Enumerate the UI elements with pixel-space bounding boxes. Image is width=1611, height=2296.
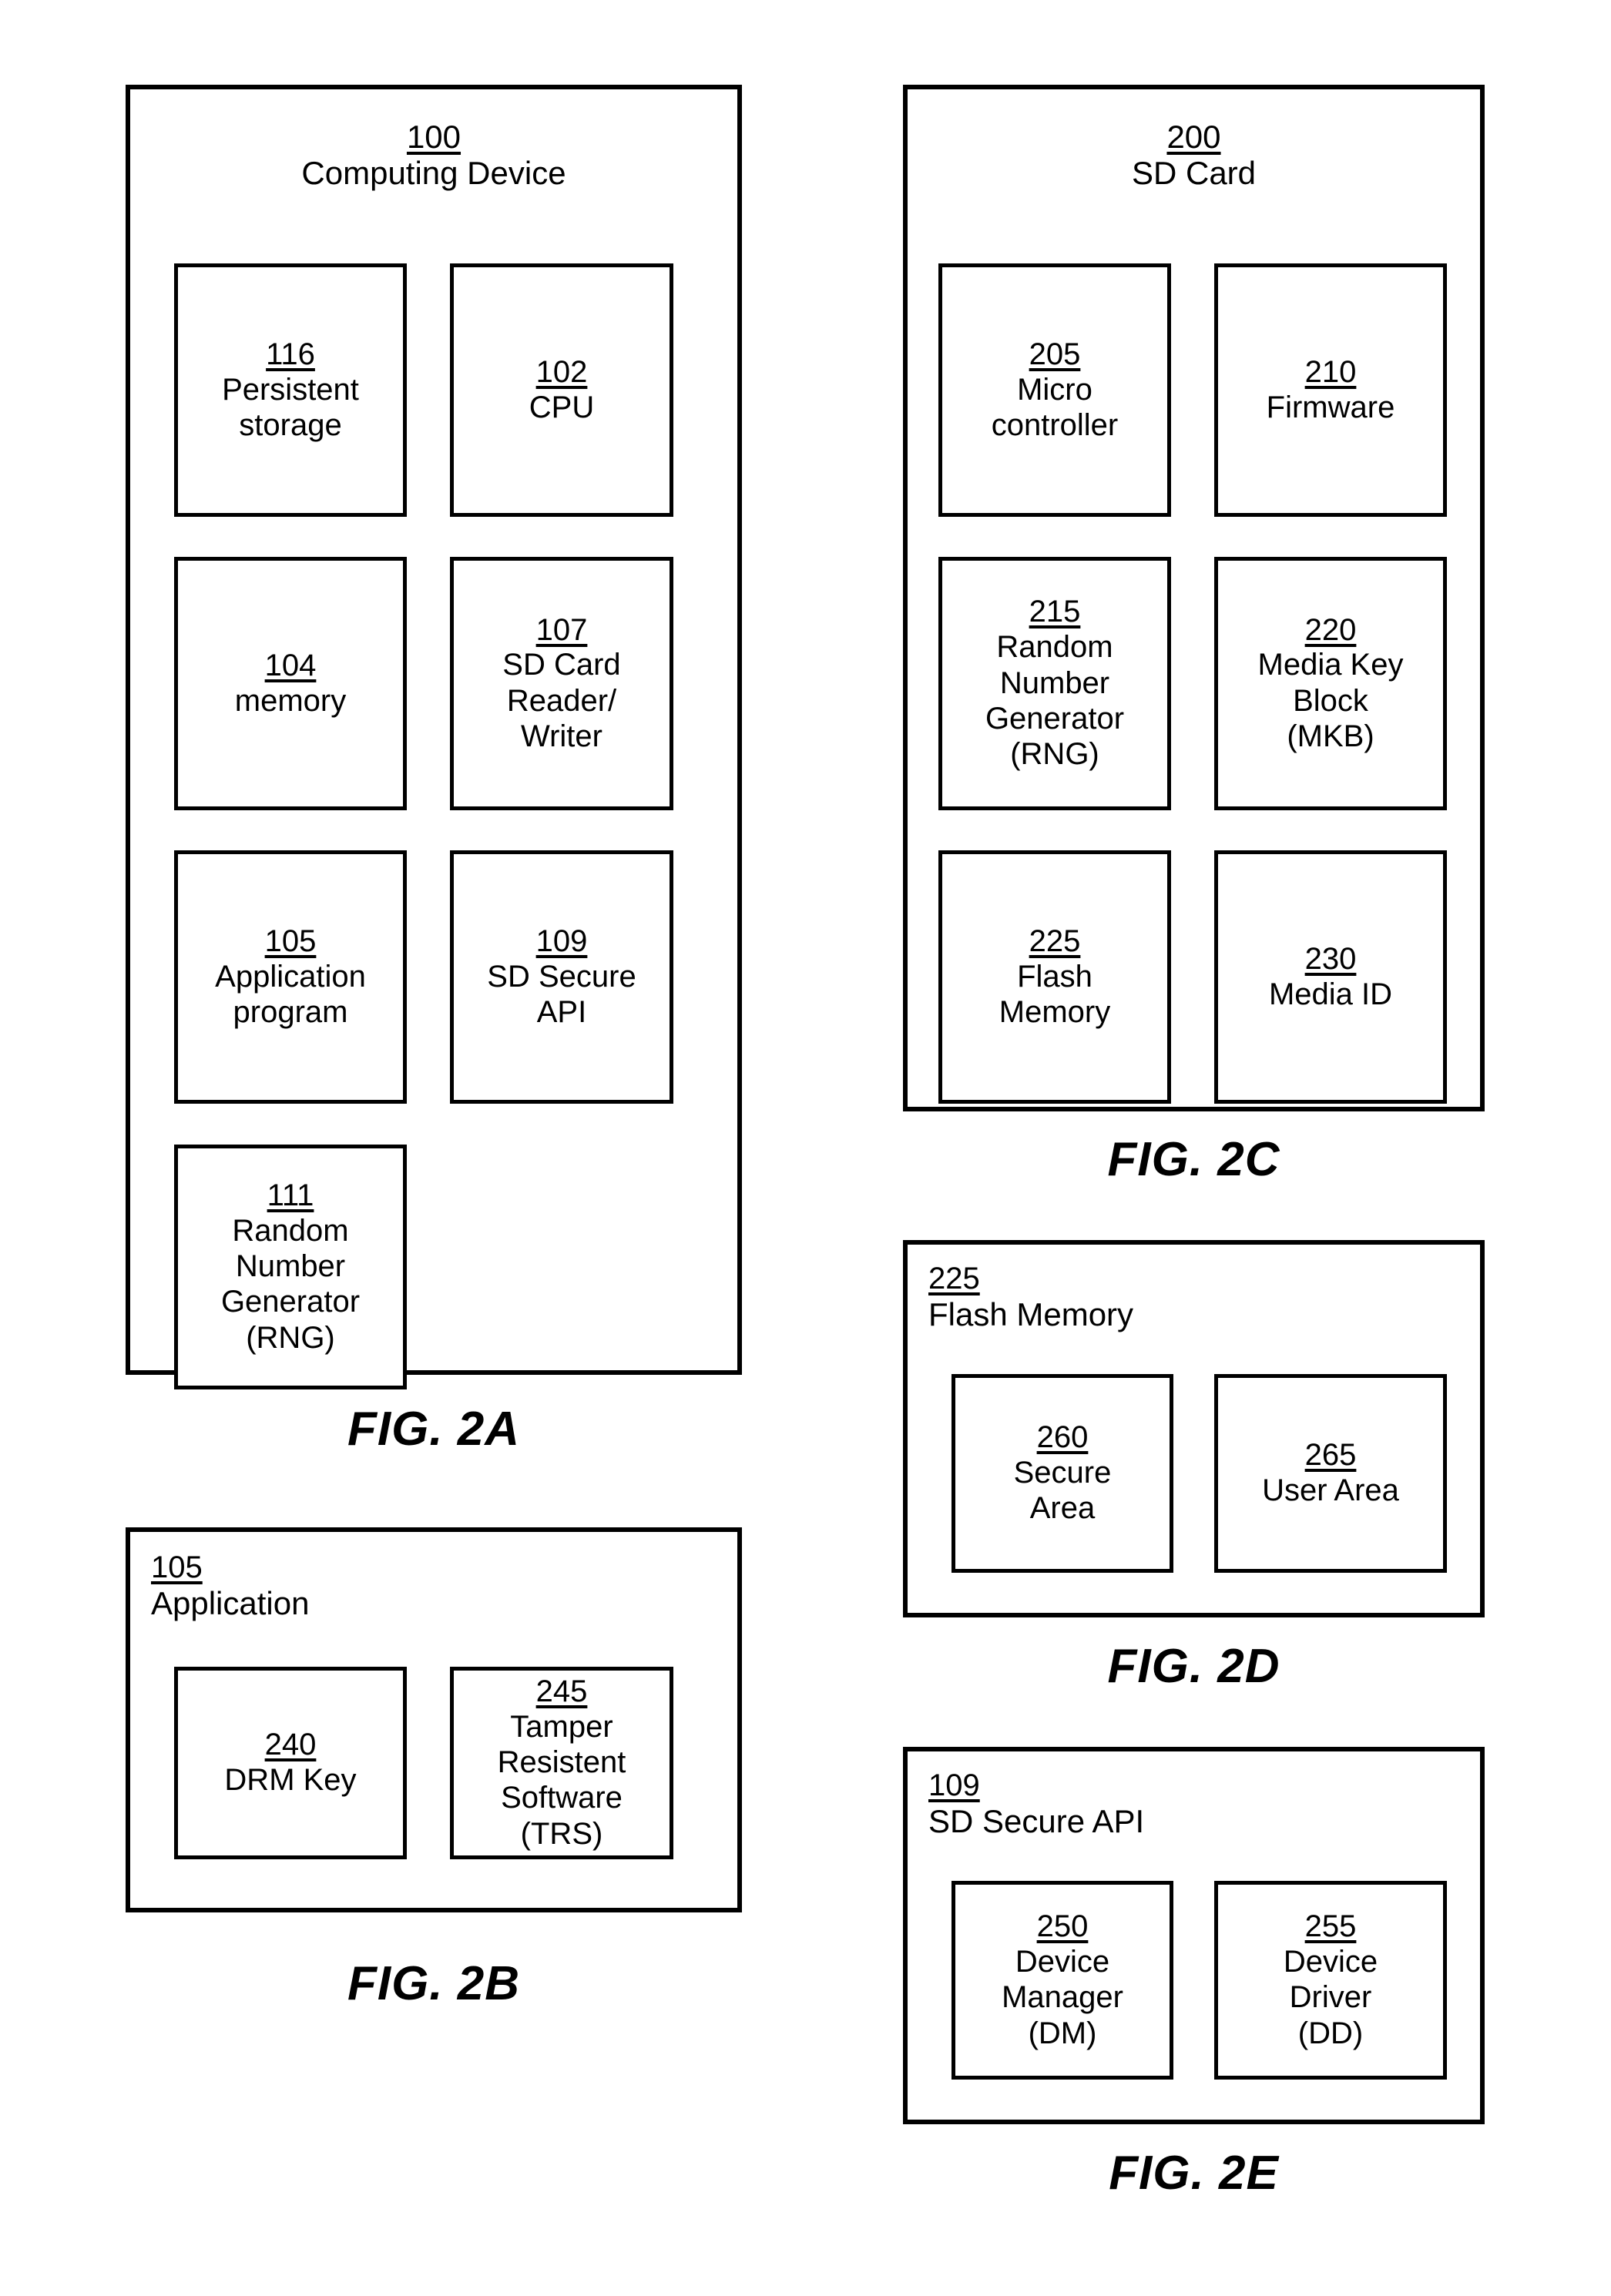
component-box-105: 105 Application program bbox=[174, 850, 407, 1104]
component-ref-205: 205 bbox=[1029, 337, 1081, 371]
figure-2c-label: FIG. 2C bbox=[1107, 1133, 1280, 1186]
figure-2e-ref: 109 bbox=[928, 1768, 980, 1802]
component-ref-225: 225 bbox=[1029, 923, 1081, 958]
figure-2a-title: Computing Device bbox=[301, 155, 566, 192]
figure-2b-ref: 105 bbox=[151, 1550, 203, 1584]
component-box-250: 250 Device Manager (DM) bbox=[951, 1881, 1173, 2080]
figure-2d-heading: 225 Flash Memory bbox=[928, 1262, 1133, 1334]
figure-2a-panel: 100 Computing Device 116 Persistent stor… bbox=[126, 85, 742, 1389]
component-ref-215: 215 bbox=[1029, 595, 1081, 629]
component-box-104: 104 memory bbox=[174, 557, 407, 810]
figure-2b-heading: 105 Application bbox=[151, 1550, 309, 1623]
component-box-116: 116 Persistent storage bbox=[174, 263, 407, 517]
component-label-116: Persistent storage bbox=[222, 372, 359, 442]
component-box-220: 220 Media Key Block (MKB) bbox=[1214, 557, 1447, 810]
figure-2e-title: SD Secure API bbox=[928, 1802, 1145, 1839]
figure-2c-heading: 200 SD Card bbox=[908, 119, 1480, 193]
component-label-215: Random Number Generator (RNG) bbox=[985, 630, 1125, 772]
component-ref-250: 250 bbox=[1036, 1909, 1089, 1944]
component-box-260: 260 Secure Area bbox=[951, 1374, 1173, 1573]
component-ref-240: 240 bbox=[264, 1728, 317, 1762]
component-label-111: Random Number Generator (RNG) bbox=[220, 1213, 361, 1355]
component-box-245: 245 Tamper Resistent Software (TRS) bbox=[450, 1667, 673, 1859]
component-box-205: 205 Micro controller bbox=[938, 263, 1171, 517]
component-label-109: SD Secure API bbox=[487, 959, 636, 1029]
figure-2d-panel: 225 Flash Memory 260 Secure Area 265 Use… bbox=[903, 1240, 1485, 1617]
component-ref-111: 111 bbox=[267, 1178, 314, 1212]
component-box-265: 265 User Area bbox=[1214, 1374, 1447, 1573]
component-label-220: Media Key Block (MKB) bbox=[1257, 648, 1404, 754]
component-label-105: Application program bbox=[215, 959, 366, 1029]
component-label-205: Micro controller bbox=[991, 372, 1119, 442]
component-label-260: Secure Area bbox=[1013, 1456, 1112, 1526]
component-ref-245: 245 bbox=[535, 1674, 588, 1708]
component-box-230: 230 Media ID bbox=[1214, 850, 1447, 1104]
component-box-225: 225 Flash Memory bbox=[938, 850, 1171, 1104]
component-label-210: Firmware bbox=[1266, 390, 1395, 424]
component-label-230: Media ID bbox=[1268, 977, 1393, 1011]
figure-2c-ref: 200 bbox=[1166, 119, 1221, 155]
component-box-107: 107 SD Card Reader/ Writer bbox=[450, 557, 673, 810]
component-label-265: User Area bbox=[1262, 1473, 1399, 1508]
figure-2b-title: Application bbox=[151, 1584, 310, 1621]
component-box-111: 111 Random Number Generator (RNG) bbox=[174, 1145, 407, 1389]
component-box-109: 109 SD Secure API bbox=[450, 850, 673, 1104]
component-label-255: Device Driver (DD) bbox=[1283, 1944, 1378, 2050]
component-ref-107: 107 bbox=[535, 612, 588, 647]
component-box-210: 210 Firmware bbox=[1214, 263, 1447, 517]
component-ref-230: 230 bbox=[1304, 941, 1357, 976]
figure-2a-heading: 100 Computing Device bbox=[130, 119, 737, 193]
component-box-215: 215 Random Number Generator (RNG) bbox=[938, 557, 1171, 810]
component-label-107: SD Card Reader/ Writer bbox=[502, 648, 621, 754]
figure-2d-ref: 225 bbox=[928, 1262, 980, 1295]
figure-2e-panel: 109 SD Secure API 250 Device Manager (DM… bbox=[903, 1747, 1485, 2124]
component-ref-109: 109 bbox=[535, 923, 588, 958]
component-label-245: Tamper Resistent Software (TRS) bbox=[497, 1709, 626, 1851]
figure-2b-panel: 105 Application 240 DRM Key 245 Tamper R… bbox=[126, 1527, 742, 1912]
component-label-104: memory bbox=[234, 683, 347, 718]
component-label-225: Flash Memory bbox=[998, 959, 1111, 1029]
component-ref-105: 105 bbox=[264, 923, 317, 958]
component-box-102: 102 CPU bbox=[450, 263, 673, 517]
component-label-240: DRM Key bbox=[224, 1763, 357, 1798]
component-ref-255: 255 bbox=[1304, 1909, 1357, 1944]
component-label-250: Device Manager (DM) bbox=[1002, 1944, 1123, 2050]
figure-2c-title: SD Card bbox=[1131, 155, 1257, 192]
figure-2b-label: FIG. 2B bbox=[347, 1957, 521, 2010]
component-ref-104: 104 bbox=[264, 648, 317, 682]
component-ref-210: 210 bbox=[1304, 354, 1357, 389]
component-box-240: 240 DRM Key bbox=[174, 1667, 407, 1859]
component-ref-265: 265 bbox=[1304, 1438, 1357, 1473]
component-ref-260: 260 bbox=[1036, 1420, 1089, 1455]
component-box-255: 255 Device Driver (DD) bbox=[1214, 1881, 1447, 2080]
figure-2d-label: FIG. 2D bbox=[1107, 1640, 1280, 1693]
component-ref-102: 102 bbox=[535, 354, 588, 389]
figure-2c-panel: 200 SD Card 205 Micro controller 210 Fir… bbox=[903, 85, 1485, 1111]
figure-2d-title: Flash Memory bbox=[928, 1295, 1134, 1332]
figure-2a-ref: 100 bbox=[406, 119, 461, 155]
figure-2e-label: FIG. 2E bbox=[1109, 2147, 1279, 2200]
component-ref-220: 220 bbox=[1304, 612, 1357, 647]
figure-2a-label: FIG. 2A bbox=[347, 1403, 521, 1456]
component-label-102: CPU bbox=[529, 390, 595, 424]
component-ref-116: 116 bbox=[266, 337, 315, 371]
figure-2e-heading: 109 SD Secure API bbox=[928, 1768, 1144, 1841]
